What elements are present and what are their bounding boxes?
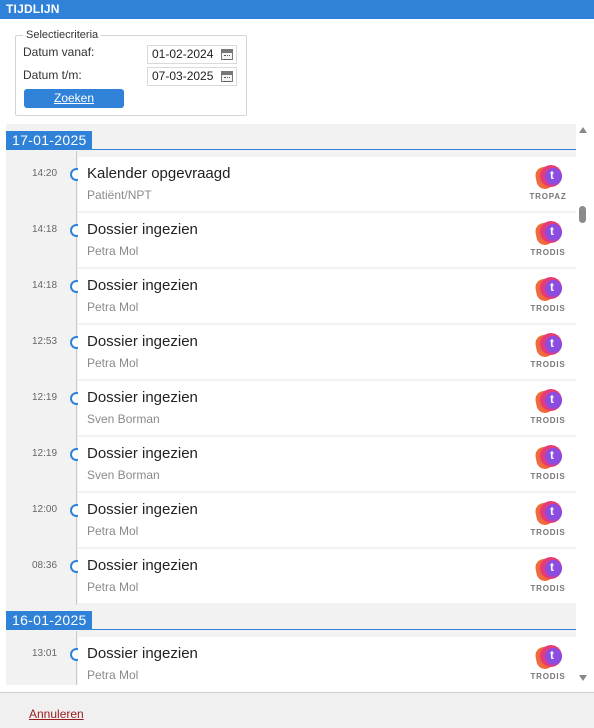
source-name: TRODIS bbox=[530, 528, 566, 537]
source-name: TRODIS bbox=[530, 416, 566, 425]
t-logo-icon: t bbox=[533, 557, 562, 583]
timeline-entry[interactable]: 12:00 Dossier ingezien Petra Mol t TRODIS bbox=[6, 493, 576, 549]
cancel-link[interactable]: Annuleren bbox=[29, 707, 84, 721]
source-name: TRODIS bbox=[530, 472, 566, 481]
source-name: TRODIS bbox=[530, 672, 566, 681]
calendar-icon[interactable] bbox=[221, 71, 233, 82]
entry-card[interactable]: Kalender opgevraagd Patiënt/NPT t TROPAZ bbox=[78, 157, 576, 211]
entry-card[interactable]: Dossier ingezien Petra Mol t TRODIS bbox=[78, 269, 576, 323]
source-logo: t TRODIS bbox=[526, 277, 570, 319]
entry-card[interactable]: Dossier ingezien Petra Mol t TRODIS bbox=[78, 213, 576, 267]
source-logo: t TRODIS bbox=[526, 389, 570, 431]
date-to-input[interactable]: 07-03-2025 bbox=[147, 67, 237, 86]
entry-subtitle: Petra Mol bbox=[87, 244, 139, 258]
footer-bar: Annuleren bbox=[0, 692, 594, 728]
entry-subtitle: Patiënt/NPT bbox=[87, 188, 152, 202]
vertical-scrollbar[interactable] bbox=[577, 124, 589, 685]
timeline-entry[interactable]: 12:19 Dossier ingezien Sven Borman t TRODIS bbox=[6, 381, 576, 437]
t-logo-icon: t bbox=[533, 165, 562, 191]
entry-time: 14:18 bbox=[32, 280, 58, 291]
source-logo: t TRODIS bbox=[526, 333, 570, 375]
entry-time: 12:00 bbox=[32, 504, 58, 515]
entry-title: Dossier ingezien bbox=[87, 221, 198, 238]
source-logo: t TRODIS bbox=[526, 445, 570, 487]
entry-title: Dossier ingezien bbox=[87, 277, 198, 294]
entry-title: Dossier ingezien bbox=[87, 501, 198, 518]
entry-title: Dossier ingezien bbox=[87, 333, 198, 350]
timeline-entry[interactable]: 12:19 Dossier ingezien Sven Borman t TRODIS bbox=[6, 437, 576, 493]
calendar-icon[interactable] bbox=[221, 49, 233, 60]
timeline-entry[interactable]: 14:20 Kalender opgevraagd Patiënt/NPT t TROP… bbox=[6, 157, 576, 213]
arrow-down-icon[interactable] bbox=[579, 675, 587, 681]
date-from-input[interactable]: 01-02-2024 bbox=[147, 45, 237, 64]
entry-subtitle: Petra Mol bbox=[87, 356, 139, 370]
entry-title: Dossier ingezien bbox=[87, 557, 198, 574]
window-title: TIJDLIJN bbox=[0, 0, 594, 19]
timeline-entry[interactable]: 08:36 Dossier ingezien Petra Mol t TRODIS bbox=[6, 549, 576, 605]
date-to-label: Datum t/m: bbox=[23, 68, 82, 82]
entry-card[interactable]: Dossier ingezien Sven Borman t TRODIS bbox=[78, 381, 576, 435]
selection-criteria-panel: Selectiecriteria Datum vanaf: 01-02-2024… bbox=[15, 29, 247, 116]
timeline-entry[interactable]: 14:18 Dossier ingezien Petra Mol t TRODIS bbox=[6, 269, 576, 325]
entry-time: 12:19 bbox=[32, 392, 58, 403]
entry-subtitle: Sven Borman bbox=[87, 412, 160, 426]
arrow-up-icon[interactable] bbox=[579, 127, 587, 133]
entry-title: Dossier ingezien bbox=[87, 645, 198, 662]
date-from-value: 01-02-2024 bbox=[152, 47, 214, 61]
entry-subtitle: Sven Borman bbox=[87, 468, 160, 482]
entry-title: Dossier ingezien bbox=[87, 445, 198, 462]
entry-time: 14:18 bbox=[32, 224, 58, 235]
t-logo-icon: t bbox=[533, 501, 562, 527]
scrollbar-thumb[interactable] bbox=[579, 206, 586, 223]
source-name: TRODIS bbox=[530, 304, 566, 313]
date-group-label: 17-01-2025 bbox=[6, 131, 92, 150]
t-logo-icon: t bbox=[533, 645, 562, 671]
entry-title: Kalender opgevraagd bbox=[87, 165, 231, 182]
timeline-list[interactable]: 17-01-2025 14:20 Kalender opgevraagd Patiën… bbox=[6, 124, 576, 685]
date-group-header: 17-01-2025 bbox=[6, 131, 576, 150]
entry-card[interactable]: Dossier ingezien Sven Borman t TRODIS bbox=[78, 437, 576, 491]
t-logo-icon: t bbox=[533, 389, 562, 415]
date-group-label: 16-01-2025 bbox=[6, 611, 92, 630]
t-logo-icon: t bbox=[533, 277, 562, 303]
entry-card[interactable]: Dossier ingezien Petra Mol t TRODIS bbox=[78, 325, 576, 379]
entry-time: 14:20 bbox=[32, 168, 58, 179]
t-logo-icon: t bbox=[533, 445, 562, 471]
source-name: TROPAZ bbox=[529, 192, 567, 201]
entry-subtitle: Petra Mol bbox=[87, 524, 139, 538]
criteria-legend: Selectiecriteria bbox=[23, 29, 102, 41]
entry-card[interactable]: Dossier ingezien Petra Mol t TRODIS bbox=[78, 549, 576, 603]
source-logo: t TRODIS bbox=[526, 645, 570, 685]
entry-time: 12:19 bbox=[32, 448, 58, 459]
entry-time: 12:53 bbox=[32, 336, 58, 347]
t-logo-icon: t bbox=[533, 333, 562, 359]
date-group-header: 16-01-2025 bbox=[6, 611, 576, 630]
entry-time: 08:36 bbox=[32, 560, 58, 571]
date-from-label: Datum vanaf: bbox=[23, 45, 95, 59]
source-name: TRODIS bbox=[530, 584, 566, 593]
timeline-entry[interactable]: 14:18 Dossier ingezien Petra Mol t TRODIS bbox=[6, 213, 576, 269]
source-logo: t TRODIS bbox=[526, 501, 570, 543]
source-logo: t TRODIS bbox=[526, 221, 570, 263]
entry-subtitle: Petra Mol bbox=[87, 300, 139, 314]
timeline-entry[interactable]: 12:53 Dossier ingezien Petra Mol t TRODIS bbox=[6, 325, 576, 381]
timeline-entry[interactable]: 13:01 Dossier ingezien Petra Mol t TRODIS bbox=[6, 637, 576, 685]
entry-card[interactable]: Dossier ingezien Petra Mol t TRODIS bbox=[78, 493, 576, 547]
entry-time: 13:01 bbox=[32, 648, 58, 659]
entry-title: Dossier ingezien bbox=[87, 389, 198, 406]
source-name: TRODIS bbox=[530, 248, 566, 257]
date-to-value: 07-03-2025 bbox=[152, 69, 214, 83]
entry-card[interactable]: Dossier ingezien Petra Mol t TRODIS bbox=[78, 637, 576, 685]
search-button[interactable]: Zoeken bbox=[24, 89, 124, 108]
source-name: TRODIS bbox=[530, 360, 566, 369]
t-logo-icon: t bbox=[533, 221, 562, 247]
entry-subtitle: Petra Mol bbox=[87, 668, 139, 682]
source-logo: t TROPAZ bbox=[526, 165, 570, 207]
entry-subtitle: Petra Mol bbox=[87, 580, 139, 594]
source-logo: t TRODIS bbox=[526, 557, 570, 599]
